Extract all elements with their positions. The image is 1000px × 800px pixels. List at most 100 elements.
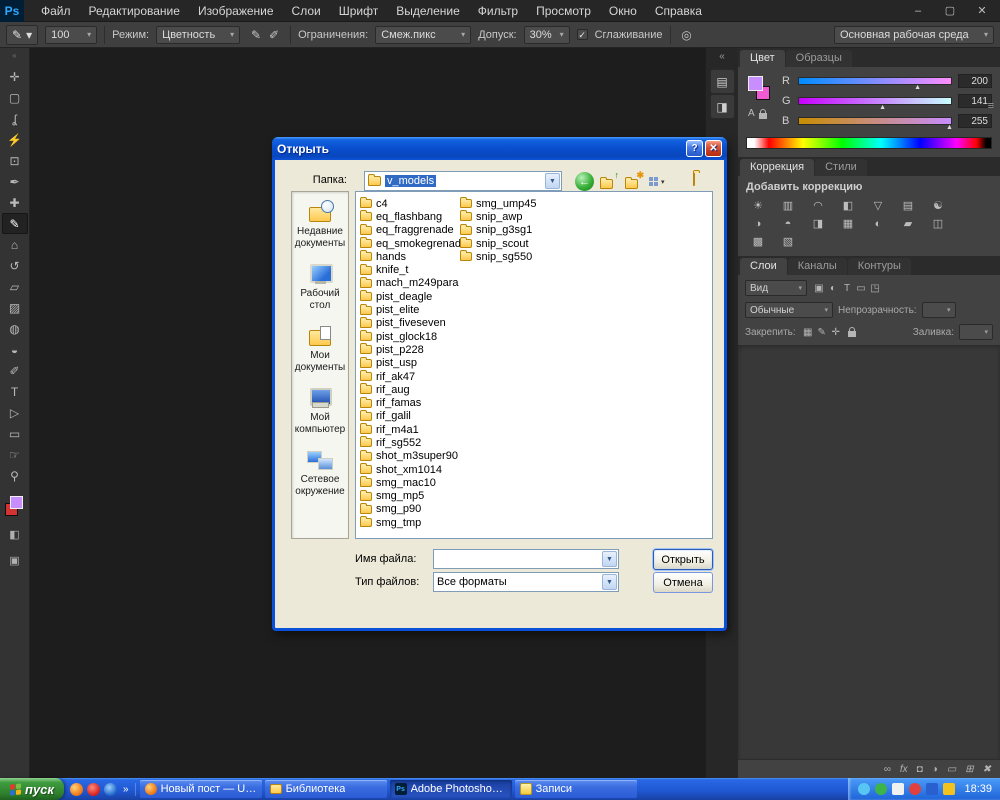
move-tool[interactable]: ✛ xyxy=(2,66,28,87)
file-item[interactable]: rif_galil xyxy=(360,410,460,423)
menu-item[interactable]: Редактирование xyxy=(80,0,189,22)
black-white-icon[interactable]: ◑ xyxy=(746,216,770,231)
folder-dropdown[interactable]: v_models ▼ xyxy=(364,171,562,191)
channel-slider[interactable]: ▲ xyxy=(798,97,952,105)
file-item[interactable]: hands xyxy=(360,250,460,263)
menu-item[interactable]: Просмотр xyxy=(527,0,600,22)
quick-launch-browser-icon[interactable] xyxy=(104,783,117,796)
file-item[interactable]: smg_tmp xyxy=(360,516,460,529)
minimize-icon[interactable]: – xyxy=(910,5,926,17)
place-item[interactable]: Сетевое окружение xyxy=(292,448,348,497)
tray-icon-network[interactable] xyxy=(858,783,870,795)
posterize-icon[interactable]: ▰ xyxy=(896,216,920,231)
filter-type-icon[interactable]: T xyxy=(840,283,854,294)
file-item[interactable]: rif_m4a1 xyxy=(360,423,460,436)
file-item[interactable]: knife_t xyxy=(360,263,460,276)
place-item[interactable]: Мой компьютер xyxy=(292,386,348,435)
limits-dropdown[interactable]: Смеж.пикс ▾ xyxy=(375,26,471,44)
place-item[interactable]: Недавние документы xyxy=(292,200,348,249)
tolerance-dropdown[interactable]: 30% ▾ xyxy=(524,26,570,44)
open-button[interactable]: Открыть xyxy=(653,549,713,570)
slider-thumb-icon[interactable]: ▲ xyxy=(879,104,886,111)
clone-stamp-tool[interactable]: ⌂ xyxy=(2,234,28,255)
healing-brush-tool[interactable]: ✚ xyxy=(2,192,28,213)
type-tool[interactable]: T xyxy=(2,381,28,402)
levels-icon[interactable]: ▥ xyxy=(776,198,800,213)
menu-item[interactable]: Файл xyxy=(32,0,80,22)
screen-mode-icon[interactable]: ▣ xyxy=(2,550,28,570)
panel-tab[interactable]: Стили xyxy=(815,159,867,176)
file-item[interactable]: smg_mp5 xyxy=(360,490,460,503)
file-item[interactable]: smg_p90 xyxy=(360,503,460,516)
channel-slider[interactable]: ▲ xyxy=(798,117,952,125)
antialias-checkbox[interactable]: ✓ xyxy=(577,29,588,40)
taskbar-task-button[interactable]: Новый пост — UnSai... xyxy=(140,780,262,798)
file-item[interactable]: pist_p228 xyxy=(360,343,460,356)
cancel-button[interactable]: Отмена xyxy=(653,572,713,593)
new-layer-icon[interactable]: ⊞ xyxy=(965,764,973,775)
filetype-dropdown[interactable]: Все форматы ▼ xyxy=(433,572,619,592)
panel-tab[interactable]: Каналы xyxy=(788,258,847,275)
workspace-dropdown[interactable]: Основная рабочая среда ▾ xyxy=(834,26,994,44)
file-item[interactable]: snip_sg550 xyxy=(460,250,560,263)
hue-saturation-icon[interactable]: ▤ xyxy=(896,198,920,213)
menu-item[interactable]: Слои xyxy=(283,0,330,22)
filename-input[interactable]: ▼ xyxy=(433,549,619,569)
vibrance-icon[interactable]: ▽ xyxy=(866,198,890,213)
combo-arrow-icon[interactable]: ▼ xyxy=(602,574,617,590)
collapsed-panel-icon-2[interactable]: ◨ xyxy=(710,94,735,119)
file-item[interactable]: snip_scout xyxy=(460,237,560,250)
combo-arrow-icon[interactable]: ▼ xyxy=(545,173,560,189)
filter-adjustment-icon[interactable]: ◐ xyxy=(826,283,840,294)
lock-transparency-icon[interactable]: ▦ xyxy=(801,327,815,338)
channel-value-field[interactable]: 200 xyxy=(958,74,992,88)
file-item[interactable]: eq_smokegrenade xyxy=(360,237,460,250)
color-spectrum-ramp[interactable] xyxy=(746,137,992,149)
brightness-contrast-icon[interactable]: ☀ xyxy=(746,198,770,213)
photo-filter-icon[interactable]: ◓ xyxy=(776,216,800,231)
sampling-once-icon[interactable]: ✐ xyxy=(265,28,283,42)
slider-thumb-icon[interactable]: ▲ xyxy=(914,84,921,91)
eraser-tool[interactable]: ▱ xyxy=(2,276,28,297)
panel-tab[interactable]: Коррекция xyxy=(740,159,814,176)
mode-dropdown[interactable]: Цветность ▾ xyxy=(156,26,240,44)
brush-tool[interactable]: ✎ xyxy=(2,213,28,234)
start-button[interactable]: пуск xyxy=(0,778,64,800)
opacity-dropdown[interactable]: ▾ xyxy=(922,302,956,318)
restore-icon[interactable]: ▢ xyxy=(942,4,958,17)
file-item[interactable]: pist_deagle xyxy=(360,290,460,303)
menu-item[interactable]: Фильтр xyxy=(469,0,527,22)
menu-item[interactable]: Выделение xyxy=(387,0,469,22)
brush-size-dropdown[interactable]: 100 ▾ xyxy=(45,26,97,44)
panel-grip-icon[interactable]: « xyxy=(12,51,16,60)
panel-tab[interactable]: Контуры xyxy=(848,258,911,275)
delete-layer-icon[interactable]: ✖ xyxy=(983,764,991,775)
layer-effects-icon[interactable]: fx xyxy=(900,764,908,775)
file-item[interactable]: snip_g3sg1 xyxy=(460,224,560,237)
threshold-icon[interactable]: ◫ xyxy=(926,216,950,231)
file-item[interactable]: pist_elite xyxy=(360,303,460,316)
file-item[interactable]: rif_famas xyxy=(360,396,460,409)
pen-tool[interactable]: ✐ xyxy=(2,360,28,381)
lasso-tool[interactable]: ʆ xyxy=(2,108,28,129)
adjustment-layer-icon[interactable]: ◑ xyxy=(932,764,938,775)
dialog-title-bar[interactable]: Открыть ? ✕ xyxy=(272,137,727,160)
quick-launch-opera-icon[interactable] xyxy=(87,783,100,796)
taskbar-task-button[interactable]: Adobe Photoshop CS6 xyxy=(390,780,512,798)
quick-mask-icon[interactable]: ◧ xyxy=(2,524,28,544)
tray-icon-update[interactable] xyxy=(909,783,921,795)
shape-tool[interactable]: ▭ xyxy=(2,423,28,444)
tray-icon-messenger[interactable] xyxy=(892,783,904,795)
file-list[interactable]: c4 eq_flashbang eq_fraggrenade eq_smokeg… xyxy=(355,191,713,539)
invert-icon[interactable]: ◐ xyxy=(866,216,890,231)
place-item[interactable]: Мои документы xyxy=(292,324,348,373)
fill-dropdown[interactable]: ▾ xyxy=(959,324,993,340)
filter-smart-object-icon[interactable]: ◳ xyxy=(868,283,882,294)
color-lookup-icon[interactable]: ▦ xyxy=(836,216,860,231)
gradient-map-icon[interactable]: ▩ xyxy=(746,234,770,249)
dodge-tool[interactable]: ◒ xyxy=(2,339,28,360)
taskbar-task-button[interactable]: Записи xyxy=(515,780,637,798)
expand-panels-icon[interactable]: « xyxy=(719,51,725,62)
file-item[interactable]: shot_xm1014 xyxy=(360,463,460,476)
channel-slider[interactable]: ▲ xyxy=(798,77,952,85)
